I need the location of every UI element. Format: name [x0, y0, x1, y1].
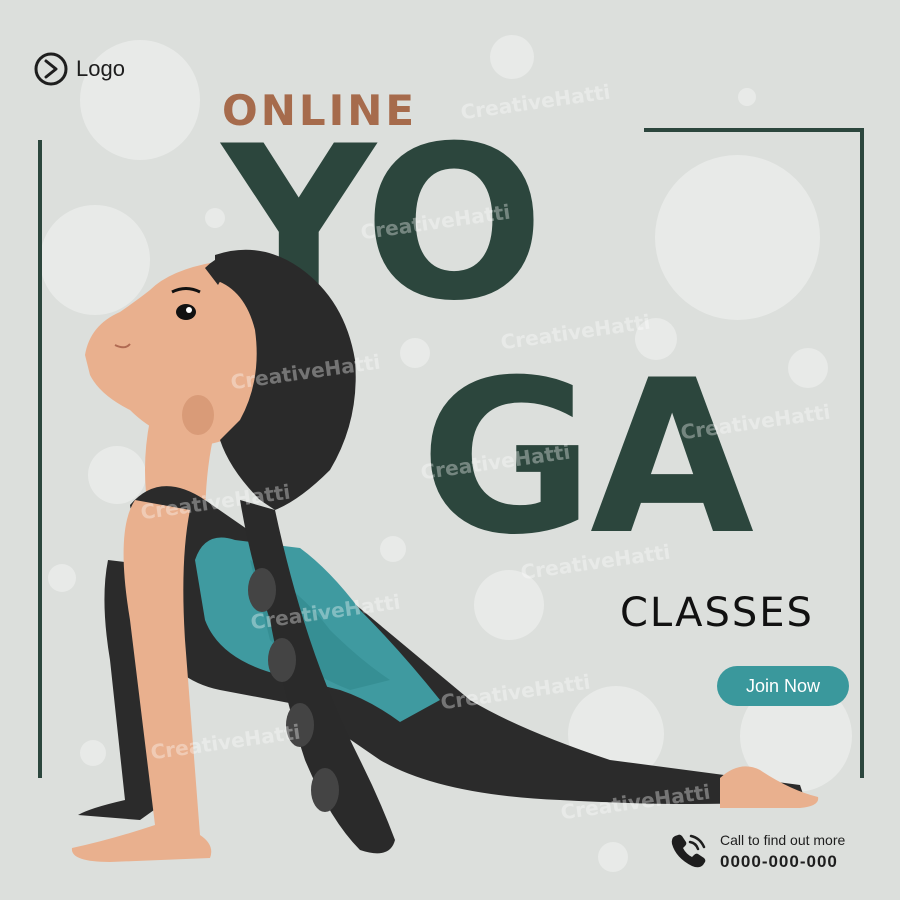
- phone-icon: [671, 834, 706, 868]
- headline-classes: CLASSES: [620, 590, 814, 636]
- join-now-button[interactable]: Join Now: [717, 666, 849, 706]
- yoga-woman-illustration: [71, 249, 819, 862]
- contact-label: Call to find out more: [720, 832, 846, 848]
- contact-block: Call to find out more 0000-000-000: [666, 830, 845, 874]
- phone-number[interactable]: 0000-000-000: [720, 852, 845, 872]
- yoga-banner: Logo ONLINE YO GA CreativeHatti Creative…: [0, 0, 900, 900]
